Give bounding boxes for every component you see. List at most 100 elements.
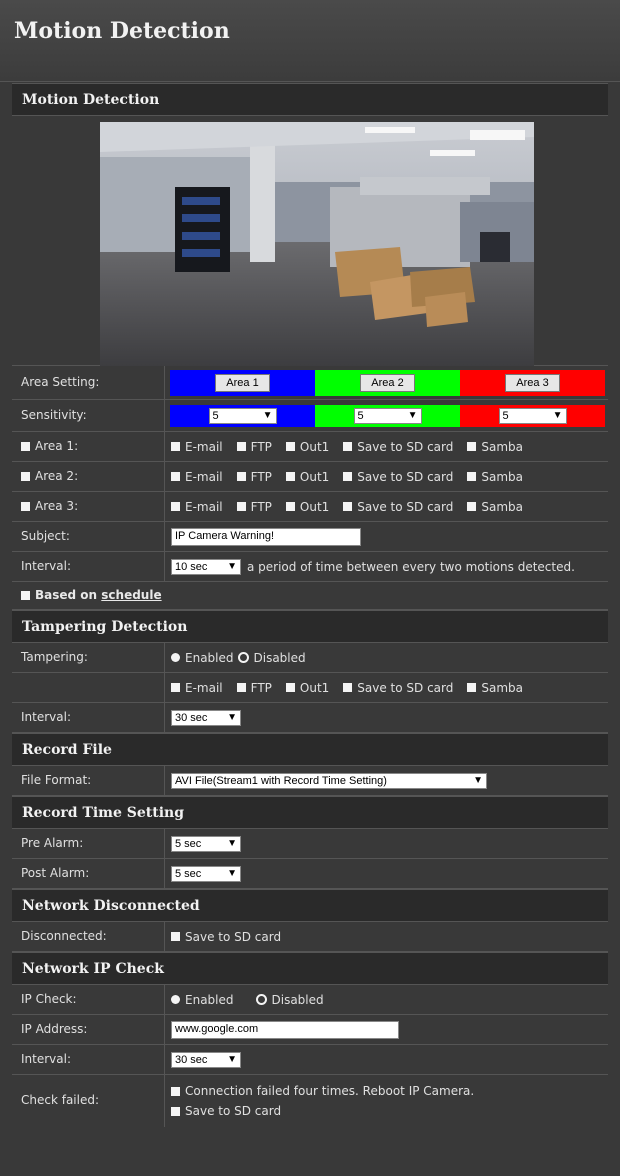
samba-label: Samba bbox=[481, 680, 524, 695]
area-1-sensitivity-select[interactable]: 5 ▼ bbox=[208, 407, 277, 424]
chevron-down-icon: ▼ bbox=[407, 410, 418, 421]
area-2-samba-checkbox[interactable] bbox=[467, 472, 477, 481]
area-3-button[interactable]: Area 3 bbox=[505, 373, 560, 392]
area-2-checkbox[interactable] bbox=[21, 472, 30, 481]
camera-preview-image bbox=[100, 122, 534, 366]
area-2-sensitivity-select[interactable]: 5 ▼ bbox=[353, 407, 422, 424]
area-1-ftp-checkbox[interactable] bbox=[236, 442, 246, 451]
tampering-enabled-radio[interactable] bbox=[171, 653, 180, 662]
chevron-down-icon: ▼ bbox=[227, 712, 237, 723]
area-1-checkbox[interactable] bbox=[21, 442, 30, 451]
tampering-out1-checkbox[interactable] bbox=[285, 683, 295, 692]
disconnected-label: Disconnected: bbox=[12, 922, 165, 951]
area-1-out1-checkbox[interactable] bbox=[285, 442, 295, 451]
sensitivity-row: Sensitivity: 5 ▼ 5 ▼ 5 ▼ bbox=[12, 400, 608, 432]
tampering-samba-checkbox[interactable] bbox=[467, 683, 477, 692]
area-3-ftp-checkbox[interactable] bbox=[236, 502, 246, 511]
settings-panel: Motion Detection Area Setting: Area 1 Ar… bbox=[12, 83, 608, 1127]
tampering-disabled-radio[interactable] bbox=[237, 652, 249, 663]
area-3-samba-checkbox[interactable] bbox=[467, 502, 477, 511]
area-3-out1-checkbox[interactable] bbox=[285, 502, 295, 511]
out1-label: Out1 bbox=[299, 439, 330, 454]
sd-card-label: Save to SD card bbox=[357, 439, 454, 454]
post-alarm-select[interactable]: 5 sec ▼ bbox=[171, 865, 241, 882]
area-3-checkbox[interactable] bbox=[21, 502, 30, 511]
area-1-button[interactable]: Area 1 bbox=[215, 373, 270, 392]
disconnected-sd-checkbox[interactable] bbox=[171, 932, 180, 941]
ip-interval-label: Interval: bbox=[12, 1045, 165, 1074]
area-2-out1-checkbox[interactable] bbox=[285, 472, 295, 481]
check-failed-sd-checkbox[interactable] bbox=[171, 1106, 180, 1116]
subject-input[interactable]: IP Camera Warning! bbox=[171, 527, 361, 546]
disconnected-sd-label: Save to SD card bbox=[185, 929, 282, 944]
tampering-email-checkbox[interactable] bbox=[171, 683, 180, 692]
area-1-actions-row: Area 1: E-mail FTP Out1 Save to SD card … bbox=[12, 432, 608, 462]
tampering-interval-select[interactable]: 30 sec ▼ bbox=[171, 709, 241, 726]
chevron-down-icon: ▼ bbox=[473, 775, 483, 786]
pre-alarm-select[interactable]: 5 sec ▼ bbox=[171, 835, 241, 852]
area-2-email-checkbox[interactable] bbox=[171, 472, 180, 481]
tampering-interval-label: Interval: bbox=[12, 703, 165, 732]
reboot-checkbox[interactable] bbox=[171, 1086, 180, 1096]
area-1-email-checkbox[interactable] bbox=[171, 442, 180, 451]
ftp-label: FTP bbox=[250, 469, 272, 484]
ip-check-disabled-radio[interactable] bbox=[255, 994, 267, 1005]
tampering-interval-value: 30 sec bbox=[175, 711, 208, 724]
area-2-sd-checkbox[interactable] bbox=[343, 472, 353, 481]
ip-interval-value: 30 sec bbox=[175, 1053, 208, 1066]
schedule-link[interactable]: schedule bbox=[101, 588, 161, 602]
post-alarm-value: 5 sec bbox=[175, 867, 202, 880]
area-2-ftp-checkbox[interactable] bbox=[236, 472, 246, 481]
ip-check-disabled-label: Disabled bbox=[271, 992, 324, 1007]
area-1-samba-checkbox[interactable] bbox=[467, 442, 477, 451]
pre-alarm-row: Pre Alarm: 5 sec ▼ bbox=[12, 829, 608, 859]
tampering-ftp-checkbox[interactable] bbox=[236, 683, 246, 692]
area-3-sensitivity-select[interactable]: 5 ▼ bbox=[498, 407, 567, 424]
samba-label: Samba bbox=[481, 439, 524, 454]
section-header-network-disconnected: Network Disconnected bbox=[12, 889, 608, 922]
based-on-schedule-checkbox[interactable] bbox=[21, 591, 30, 600]
ip-check-row: IP Check: Enabled Disabled bbox=[12, 985, 608, 1015]
ip-address-row: IP Address: www.google.com bbox=[12, 1015, 608, 1045]
area-buttons: Area 1 Area 2 Area 3 bbox=[170, 369, 606, 396]
tampering-disabled-label: Disabled bbox=[253, 650, 306, 665]
chevron-down-icon: ▼ bbox=[227, 868, 237, 879]
ip-address-input[interactable]: www.google.com bbox=[171, 1020, 399, 1039]
ip-interval-select[interactable]: 30 sec ▼ bbox=[171, 1051, 241, 1068]
area-1-sd-checkbox[interactable] bbox=[343, 442, 353, 451]
reboot-option-label: Connection failed four times. Reboot IP … bbox=[185, 1084, 475, 1098]
area-3-email-checkbox[interactable] bbox=[171, 502, 180, 511]
tampering-row: Tampering: Enabled Disabled bbox=[12, 643, 608, 673]
sd-card-label: Save to SD card bbox=[357, 469, 454, 484]
file-format-select[interactable]: AVI File(Stream1 with Record Time Settin… bbox=[171, 772, 487, 789]
out1-label: Out1 bbox=[299, 680, 330, 695]
tampering-enabled-label: Enabled bbox=[185, 650, 234, 665]
area-2-sensitivity-value: 5 bbox=[357, 409, 364, 422]
email-label: E-mail bbox=[185, 469, 223, 484]
sd-card-label: Save to SD card bbox=[357, 680, 454, 695]
tampering-sd-checkbox[interactable] bbox=[343, 683, 353, 692]
area-1-sensitivity-value: 5 bbox=[212, 409, 219, 422]
ftp-label: FTP bbox=[250, 439, 272, 454]
chevron-down-icon: ▼ bbox=[552, 410, 563, 421]
area-3-sd-checkbox[interactable] bbox=[343, 502, 353, 511]
post-alarm-row: Post Alarm: 5 sec ▼ bbox=[12, 859, 608, 889]
check-failed-label: Check failed: bbox=[12, 1075, 165, 1127]
area-1-label: Area 1: bbox=[35, 439, 79, 453]
section-header-network-ip-check: Network IP Check bbox=[12, 952, 608, 985]
area-2-actions-row: Area 2: E-mail FTP Out1 Save to SD card … bbox=[12, 462, 608, 492]
pre-alarm-value: 5 sec bbox=[175, 837, 202, 850]
ip-check-enabled-radio[interactable] bbox=[171, 995, 180, 1004]
area-3-sensitivity-value: 5 bbox=[502, 409, 509, 422]
ftp-label: FTP bbox=[250, 499, 272, 514]
file-format-row: File Format: AVI File(Stream1 with Recor… bbox=[12, 766, 608, 796]
schedule-row: Based on schedule bbox=[12, 582, 608, 610]
camera-preview bbox=[100, 122, 534, 366]
out1-label: Out1 bbox=[299, 499, 330, 514]
motion-interval-select[interactable]: 10 sec ▼ bbox=[171, 558, 241, 575]
subject-row: Subject: IP Camera Warning! bbox=[12, 522, 608, 552]
samba-label: Samba bbox=[481, 499, 524, 514]
area-2-button[interactable]: Area 2 bbox=[360, 373, 415, 392]
page: Motion Detection Motion Detection Area S… bbox=[0, 0, 620, 1176]
motion-interval-row: Interval: 10 sec ▼ a period of time betwe… bbox=[12, 552, 608, 582]
